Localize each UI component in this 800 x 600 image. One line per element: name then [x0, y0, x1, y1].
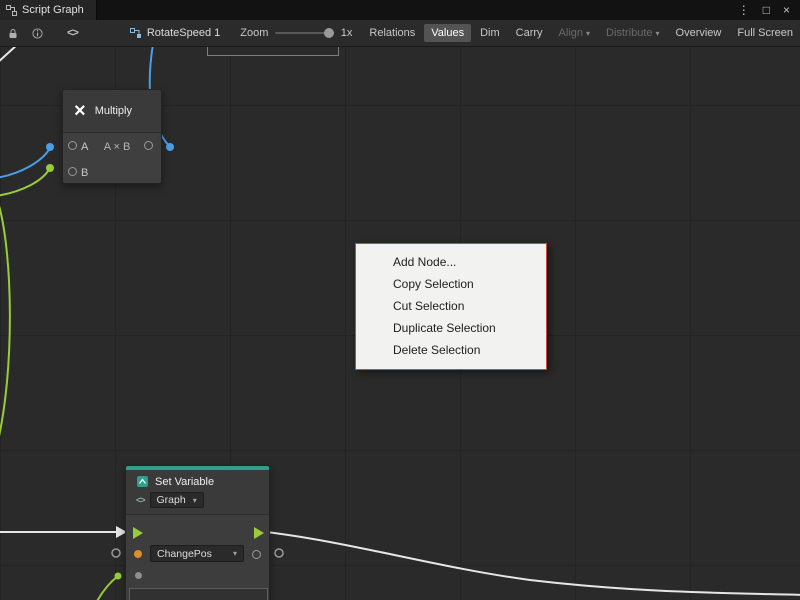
carry-button[interactable]: Carry: [509, 24, 550, 42]
multiply-node[interactable]: × Multiply A A × B B: [62, 89, 162, 184]
multiply-node-title: Multiply: [95, 105, 132, 117]
chevron-down-icon: ▾: [586, 29, 590, 38]
menu-item-duplicate-selection[interactable]: Duplicate Selection: [356, 317, 546, 339]
lock-icon[interactable]: [8, 28, 18, 39]
set-variable-node[interactable]: Set Variable <> Graph ▾ ChangePos ▾: [125, 465, 270, 600]
align-button[interactable]: Align▾: [552, 24, 597, 42]
port-b-label: B: [81, 167, 88, 179]
input-port-b[interactable]: [68, 167, 77, 176]
menu-item-add-node[interactable]: Add Node...: [356, 251, 546, 273]
zoom-label: Zoom: [240, 27, 268, 39]
tab-script-graph[interactable]: Script Graph: [0, 0, 97, 20]
values-button[interactable]: Values: [424, 24, 471, 42]
tab-label: Script Graph: [22, 4, 84, 16]
multiply-operation-label: A × B: [91, 141, 143, 153]
relations-button[interactable]: Relations: [362, 24, 422, 42]
title-bar: Script Graph ⋮ □ ×: [0, 0, 800, 20]
flow-input-port[interactable]: [133, 527, 143, 539]
window-controls: ⋮ □ ×: [738, 0, 800, 20]
context-menu: Add Node... Copy Selection Cut Selection…: [355, 243, 547, 370]
chevron-down-icon: ▾: [193, 496, 197, 505]
overview-button[interactable]: Overview: [669, 24, 729, 42]
variable-scope-label: Graph: [157, 494, 186, 506]
maximize-icon[interactable]: □: [763, 0, 770, 20]
variable-name-label: ChangePos: [157, 548, 212, 560]
window-menu-icon[interactable]: ⋮: [738, 0, 750, 20]
variable-scope-dropdown[interactable]: Graph ▾: [150, 492, 204, 508]
value-input-port[interactable]: [134, 550, 142, 558]
multiply-icon: ×: [74, 101, 86, 121]
value-output-port[interactable]: [252, 550, 261, 559]
input-port-a[interactable]: [68, 141, 77, 150]
flow-output-port[interactable]: [254, 527, 264, 539]
chevron-down-icon: ▾: [656, 29, 660, 38]
graph-name: RotateSpeed 1: [147, 27, 220, 39]
set-variable-header[interactable]: Set Variable <> Graph ▾: [126, 470, 269, 515]
menu-item-delete-selection[interactable]: Delete Selection: [356, 339, 546, 361]
set-variable-icon: [136, 475, 149, 488]
chevron-down-icon: ▾: [233, 549, 237, 558]
zoom-value: 1x: [341, 27, 353, 39]
fullscreen-button[interactable]: Full Screen: [730, 24, 800, 42]
code-view-icon[interactable]: <>: [67, 27, 78, 39]
graph-breadcrumb[interactable]: RotateSpeed 1: [130, 27, 220, 39]
script-graph-icon: [6, 5, 17, 16]
close-icon[interactable]: ×: [783, 0, 790, 20]
port-a-label: A: [81, 141, 88, 153]
script-graph-window: Script Graph ⋮ □ × <>: [0, 0, 800, 600]
value-field[interactable]: [129, 588, 268, 600]
code-icon: <>: [136, 495, 145, 505]
variable-name-dropdown[interactable]: ChangePos ▾: [150, 545, 244, 562]
menu-item-cut-selection[interactable]: Cut Selection: [356, 295, 546, 317]
distribute-button[interactable]: Distribute ▾: [599, 24, 666, 42]
menu-item-copy-selection[interactable]: Copy Selection: [356, 273, 546, 295]
zoom-slider-knob[interactable]: [324, 28, 334, 38]
multiply-row-b: B: [63, 161, 161, 185]
output-port[interactable]: [144, 141, 153, 150]
align-label: Align: [559, 27, 583, 39]
distribute-label: Distribute: [606, 27, 652, 39]
graph-asset-icon: [130, 27, 142, 39]
set-variable-title: Set Variable: [155, 476, 214, 488]
info-icon[interactable]: [32, 28, 43, 39]
graph-toolbar: <> RotateSpeed 1 Zoom 1x Relations Value…: [0, 20, 800, 47]
secondary-input-port[interactable]: [135, 572, 142, 579]
multiply-node-header[interactable]: × Multiply: [63, 90, 161, 133]
zoom-slider[interactable]: [275, 32, 333, 34]
dim-button[interactable]: Dim: [473, 24, 507, 42]
